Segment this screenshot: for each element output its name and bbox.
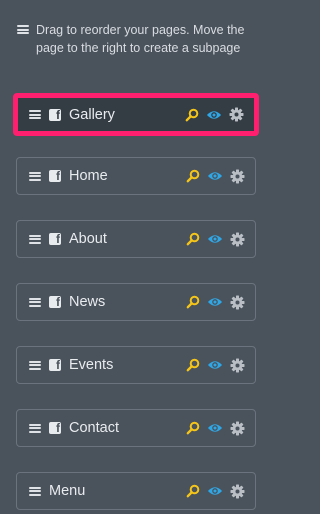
facebook-icon: f	[49, 422, 61, 434]
page-list: f Gallery f Home f About f News f Events…	[0, 0, 267, 514]
search-icon[interactable]	[185, 357, 201, 373]
page-label: Menu	[49, 483, 86, 499]
page-label: About	[69, 231, 107, 247]
eye-icon[interactable]	[206, 107, 222, 123]
eye-icon[interactable]	[207, 168, 223, 184]
gear-icon[interactable]	[229, 483, 245, 499]
page-label: Events	[69, 357, 114, 373]
page-label: News	[69, 294, 106, 310]
page-label: Contact	[69, 420, 119, 436]
drag-handle-icon[interactable]	[29, 423, 41, 433]
page-item-events[interactable]: f Events	[16, 346, 256, 384]
page-item-about[interactable]: f About	[16, 220, 256, 258]
facebook-icon: f	[49, 170, 61, 182]
drag-handle-icon[interactable]	[29, 110, 41, 119]
facebook-icon: f	[49, 108, 61, 121]
drag-handle-icon[interactable]	[29, 171, 41, 181]
facebook-icon: f	[49, 233, 61, 245]
eye-icon[interactable]	[207, 357, 223, 373]
drag-handle-icon[interactable]	[29, 297, 41, 307]
search-icon[interactable]	[185, 483, 201, 499]
gear-icon[interactable]	[229, 168, 245, 184]
search-icon[interactable]	[185, 231, 201, 247]
drag-handle-icon[interactable]	[29, 234, 41, 244]
page-label: Gallery	[69, 106, 115, 123]
page-item-contact[interactable]: f Contact	[16, 409, 256, 447]
drag-handle-icon[interactable]	[29, 360, 41, 370]
eye-icon[interactable]	[207, 483, 223, 499]
search-icon[interactable]	[185, 420, 201, 436]
drag-handle-icon[interactable]	[29, 486, 41, 496]
eye-icon[interactable]	[207, 231, 223, 247]
page-item-menu[interactable]: Menu	[16, 472, 256, 510]
gear-icon[interactable]	[228, 107, 244, 123]
gear-icon[interactable]	[229, 231, 245, 247]
gear-icon[interactable]	[229, 294, 245, 310]
page-item-home[interactable]: f Home	[16, 157, 256, 195]
search-icon[interactable]	[185, 294, 201, 310]
page-label: Home	[69, 168, 108, 184]
page-item-news[interactable]: f News	[16, 283, 256, 321]
facebook-icon: f	[49, 359, 61, 371]
gear-icon[interactable]	[229, 420, 245, 436]
search-icon[interactable]	[185, 168, 201, 184]
search-icon[interactable]	[184, 107, 200, 123]
facebook-icon: f	[49, 296, 61, 308]
eye-icon[interactable]	[207, 294, 223, 310]
eye-icon[interactable]	[207, 420, 223, 436]
page-item-gallery[interactable]: f Gallery	[13, 93, 259, 136]
gear-icon[interactable]	[229, 357, 245, 373]
